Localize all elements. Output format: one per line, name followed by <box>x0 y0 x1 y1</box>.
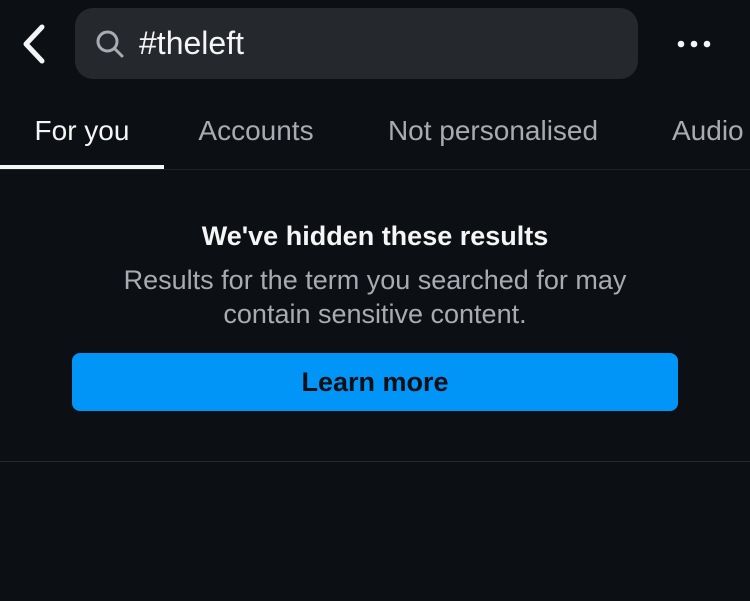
tab-audio[interactable]: Audio <box>672 92 750 170</box>
search-results-screen: For you Accounts Not personalised Audio … <box>0 0 750 601</box>
active-tab-indicator <box>0 165 164 169</box>
more-horizontal-icon <box>677 35 711 53</box>
more-options-button[interactable] <box>672 24 716 64</box>
learn-more-button[interactable]: Learn more <box>72 353 678 411</box>
tab-accounts[interactable]: Accounts <box>184 92 328 170</box>
search-bar[interactable] <box>75 8 638 79</box>
tab-not-personalised[interactable]: Not personalised <box>372 92 614 170</box>
chevron-left-icon <box>20 23 48 65</box>
search-icon <box>95 29 125 59</box>
hidden-results-notice: We've hidden these results Results for t… <box>0 171 750 462</box>
notice-body: Results for the term you searched for ma… <box>123 265 627 329</box>
search-input[interactable] <box>139 8 638 79</box>
back-button[interactable] <box>16 22 52 66</box>
notice-title: We've hidden these results <box>201 221 549 251</box>
tab-for-you[interactable]: For you <box>0 92 164 170</box>
results-tabs: For you Accounts Not personalised Audio <box>0 92 750 170</box>
